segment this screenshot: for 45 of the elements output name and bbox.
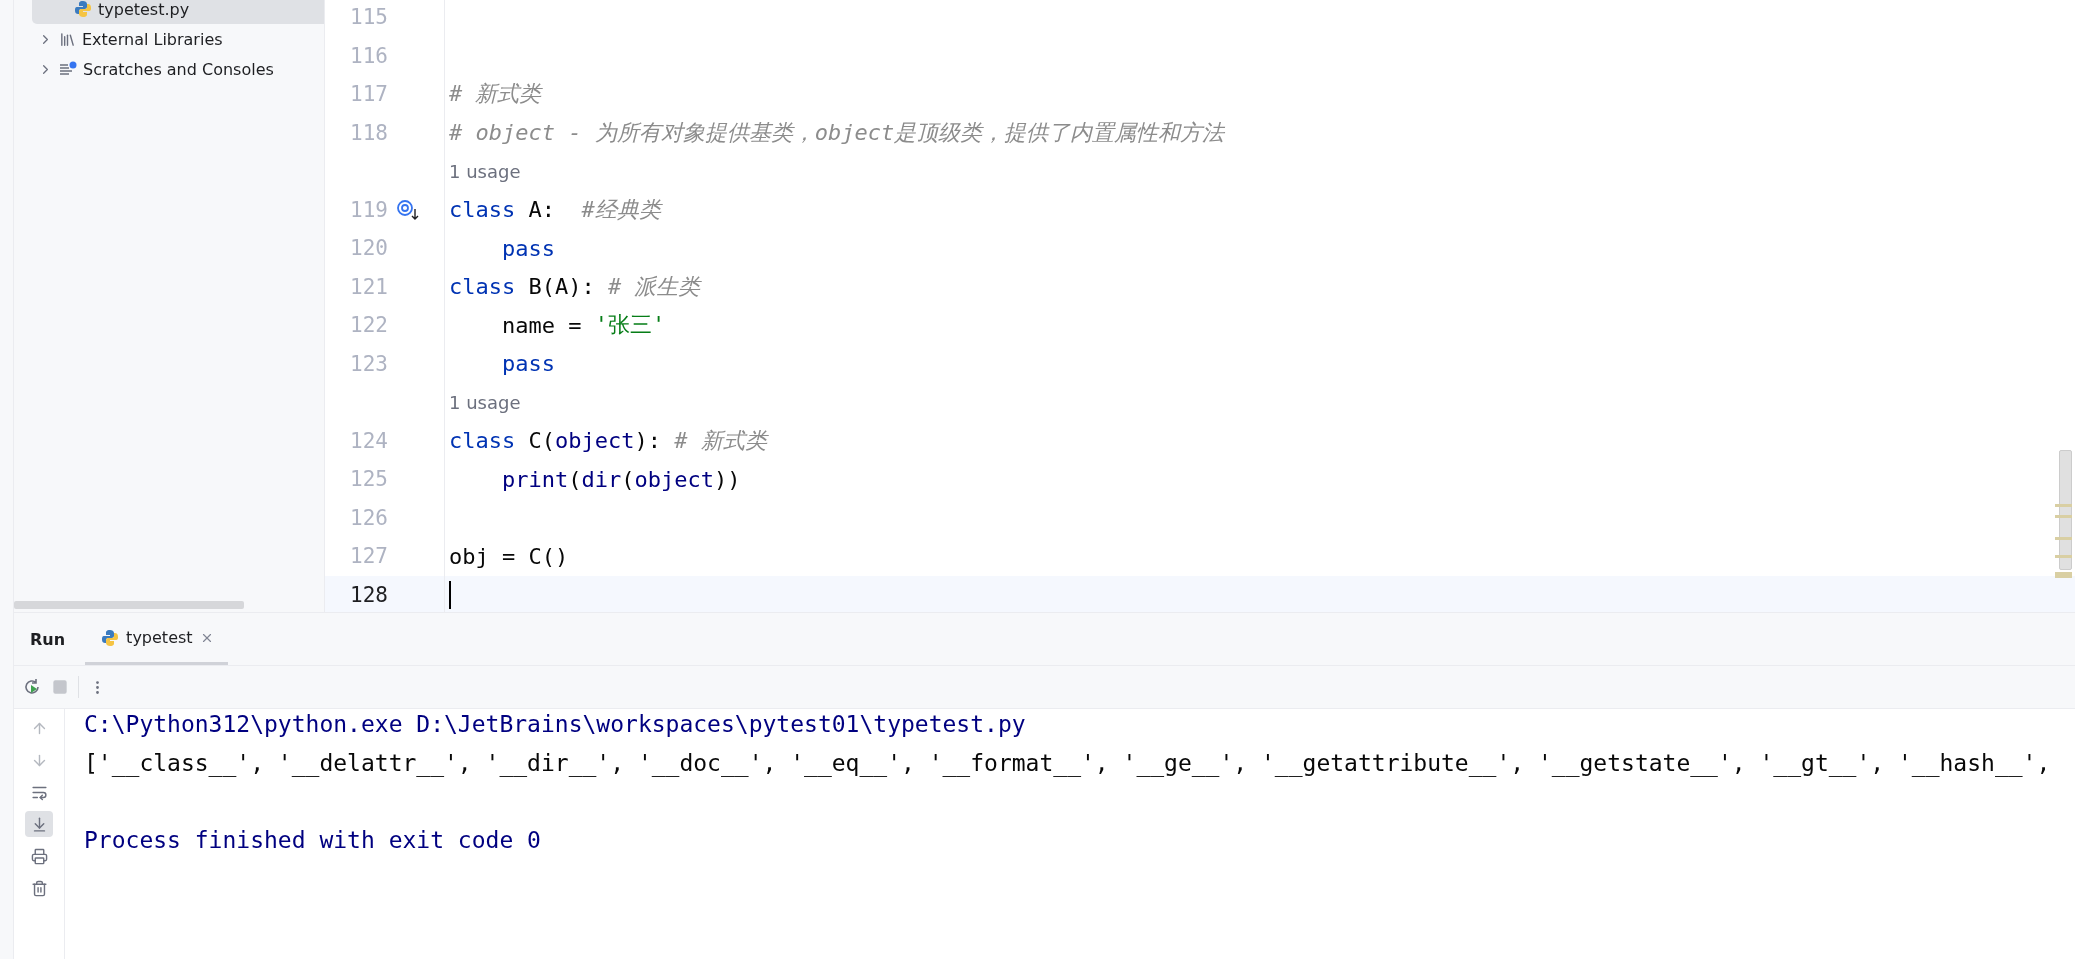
tree-item[interactable]: Scratches and Consoles	[32, 54, 313, 84]
line-number: 119	[349, 197, 388, 222]
line-number: 128	[349, 582, 388, 607]
override-marker-icon[interactable]	[396, 198, 420, 221]
line-number: 125	[349, 467, 388, 492]
code-line: class A: #经典类	[448, 195, 661, 225]
rerun-icon[interactable]	[22, 677, 42, 697]
library-icon	[59, 30, 76, 48]
tree-item[interactable]: typetest.py	[32, 0, 324, 24]
line-number: 117	[349, 82, 388, 107]
console-line: C:\Python312\python.exe D:\JetBrains\workspaces\pytest01\typetest.py	[84, 711, 1027, 739]
scrollbar-thumb[interactable]	[2059, 450, 2072, 570]
panel-title: Run	[30, 629, 66, 649]
trash-icon[interactable]	[30, 879, 48, 897]
line-number: 127	[349, 544, 388, 569]
code-line: name = '张三'	[500, 311, 666, 340]
line-number: 115	[349, 5, 388, 30]
line-number: 118	[349, 120, 388, 145]
scrollbar-thumb[interactable]	[14, 601, 244, 609]
scroll-to-end-toggle[interactable]	[25, 811, 53, 837]
printer-icon[interactable]	[30, 847, 48, 865]
console-line: Process finished with exit code 0	[84, 826, 542, 855]
python-icon	[101, 628, 120, 647]
usage-hint[interactable]: 1 usage	[445, 391, 521, 413]
console-line: ['__class__', '__delattr__', '__dir__', '__doc__', '__eq__', '__format__', '__ge__', '__getattribute__', '__getstate__', '__gt__', '__hash__',	[84, 749, 2052, 779]
text-caret	[449, 580, 451, 609]
python-file-icon	[74, 0, 92, 18]
line-number: 116	[349, 43, 388, 68]
line-number: 121	[349, 274, 388, 299]
scratches-icon	[59, 61, 77, 77]
code-line: class B(A): # 派生类	[448, 272, 701, 302]
code-line: pass	[500, 234, 555, 263]
line-number: 122	[349, 313, 388, 338]
line-number: 123	[349, 351, 388, 376]
code-line: obj = C()	[448, 542, 569, 571]
tree-item[interactable]: External Libraries	[32, 24, 313, 54]
code-line: # 新式类	[448, 80, 542, 109]
code-line: class C(object): # 新式类	[448, 426, 767, 456]
line-number: 126	[349, 505, 388, 530]
usage-hint[interactable]: 1 usage	[445, 160, 521, 182]
code-line: # object - 为所有对象提供基类，object是顶级类，提供了内置属性和方法	[448, 118, 1225, 147]
line-number: 120	[349, 236, 388, 261]
code-line: pass	[500, 350, 555, 379]
code-line: print(dir(object))	[500, 465, 741, 494]
line-number: 124	[349, 428, 388, 453]
